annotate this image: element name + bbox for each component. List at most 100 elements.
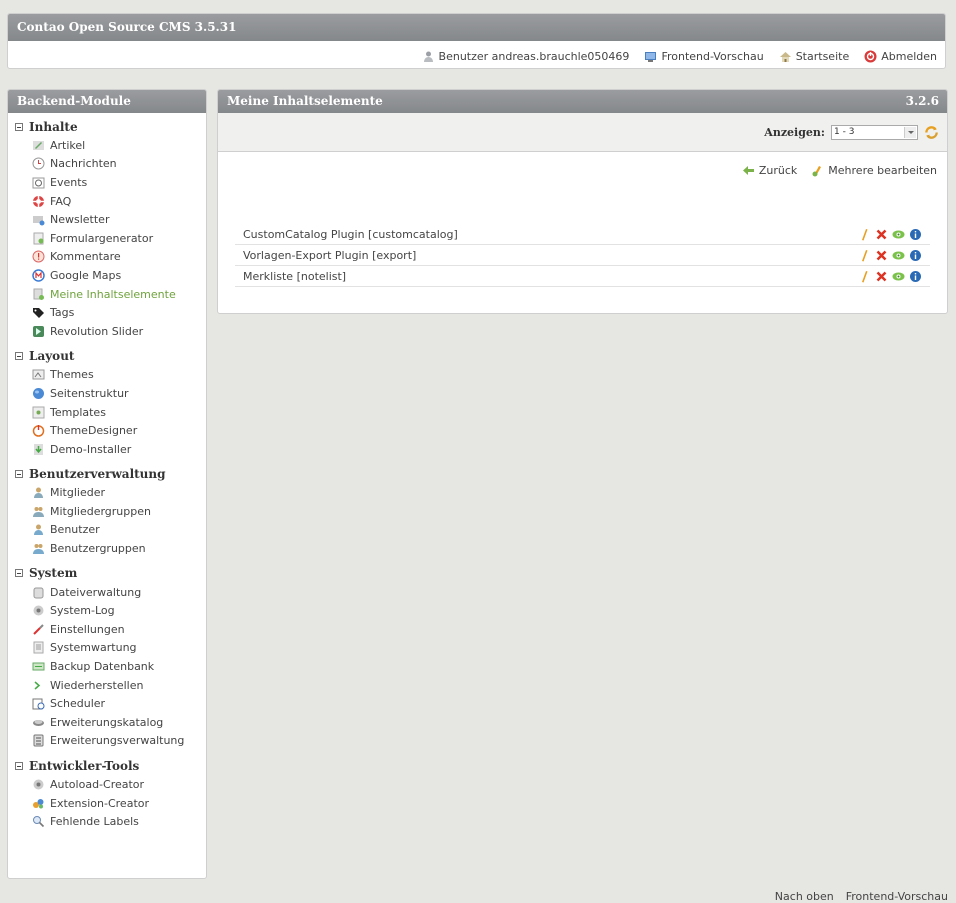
footer-frontend-preview-link[interactable]: Frontend-Vorschau	[846, 890, 948, 903]
sidebar-item-extension-creator[interactable]: Extension-Creator	[8, 794, 206, 813]
sidebar-item-system-log[interactable]: System-Log	[8, 601, 206, 620]
sidebar-item-erweiterungsverwaltung[interactable]: Erweiterungsverwaltung	[8, 732, 206, 751]
edit-icon[interactable]	[858, 228, 871, 241]
delete-icon[interactable]	[875, 270, 888, 283]
member-icon	[34, 487, 43, 499]
info-icon[interactable]	[909, 270, 922, 283]
edit-icon[interactable]	[858, 270, 871, 283]
sidebar-item-formulargenerator[interactable]: Formulargenerator	[8, 229, 206, 248]
edit-multiple-icon	[812, 165, 822, 176]
sidebar-item-fehlende-labels[interactable]: Fehlende Labels	[8, 812, 206, 831]
collapse-icon[interactable]	[15, 569, 23, 578]
sidebar-item-themedesigner[interactable]: ThemeDesigner	[8, 421, 206, 440]
search-icon	[33, 816, 45, 828]
collapse-icon[interactable]	[15, 761, 23, 770]
user-link[interactable]: Benutzer andreas.brauchle050469	[422, 50, 629, 63]
extension-creator-icon	[33, 798, 44, 809]
delete-icon[interactable]	[875, 228, 888, 241]
sidebar-item-meine-inhaltselemente[interactable]: Meine Inhaltselemente	[8, 285, 206, 304]
tag-icon	[33, 308, 44, 319]
frontend-preview-link[interactable]: Frontend-Vorschau	[644, 50, 764, 63]
refresh-icon[interactable]	[924, 125, 939, 140]
show-label: Anzeigen:	[764, 125, 825, 139]
collapse-icon[interactable]	[15, 122, 23, 131]
sidebar-item-mitglieder[interactable]: Mitglieder	[8, 484, 206, 503]
lifebuoy-icon	[33, 195, 44, 207]
templates-icon	[32, 406, 45, 419]
sidebar-item-newsletter[interactable]: Newsletter	[8, 210, 206, 229]
sidebar-item-benutzergruppen[interactable]: Benutzergruppen	[8, 539, 206, 558]
sidebar-item-demo-installer[interactable]: Demo-Installer	[8, 440, 206, 459]
log-icon	[33, 605, 44, 616]
info-icon[interactable]	[909, 249, 922, 262]
group-title-system[interactable]: System	[15, 564, 206, 583]
sidebar-item-tags[interactable]: Tags	[8, 303, 206, 322]
back-to-top-link[interactable]: Nach oben	[775, 890, 834, 903]
files-icon	[33, 587, 44, 599]
slider-icon	[33, 325, 44, 337]
logout-link[interactable]: Abmelden	[864, 50, 937, 63]
comment-icon	[32, 250, 45, 263]
sidebar-item-events[interactable]: Events	[8, 173, 206, 192]
delete-icon[interactable]	[875, 249, 888, 262]
group-title-layout[interactable]: Layout	[15, 347, 206, 366]
sidebar-item-systemwartung[interactable]: Systemwartung	[8, 639, 206, 658]
main-panel: Meine Inhaltselemente 3.2.6 Anzeigen: 1 …	[217, 89, 948, 314]
sidebar-item-kommentare[interactable]: Kommentare	[8, 248, 206, 267]
info-icon[interactable]	[909, 228, 922, 241]
group-layout: Layout Themes Seitenstruktur Templates T…	[8, 347, 206, 459]
row-actions	[858, 228, 922, 241]
sidebar-item-nachrichten[interactable]: Nachrichten	[8, 155, 206, 174]
sidebar-item-backup-datenbank[interactable]: Backup Datenbank	[8, 657, 206, 676]
form-icon	[33, 232, 44, 245]
member-group-icon	[33, 506, 44, 517]
sidebar-item-faq[interactable]: FAQ	[8, 192, 206, 211]
row-actions	[858, 249, 922, 262]
row-label: Vorlagen-Export Plugin [export]	[243, 248, 417, 262]
sidebar-item-artikel[interactable]: Artikel	[8, 136, 206, 155]
edit-multiple-button[interactable]: Mehrere bearbeiten	[811, 164, 937, 177]
collapse-icon[interactable]	[15, 352, 23, 361]
sidebar-item-erweiterungskatalog[interactable]: Erweiterungskatalog	[8, 713, 206, 732]
restore-icon	[34, 681, 41, 690]
sidebar-item-autoload-creator[interactable]: Autoload-Creator	[8, 775, 206, 794]
visibility-icon[interactable]	[892, 249, 905, 262]
sidebar-item-google-maps[interactable]: Google Maps	[8, 266, 206, 285]
group-title-benutzerverwaltung[interactable]: Benutzerverwaltung	[15, 465, 206, 484]
group-title-entwickler-tools[interactable]: Entwickler-Tools	[15, 756, 206, 775]
clock-icon	[32, 157, 45, 170]
group-title-inhalte[interactable]: Inhalte	[15, 117, 206, 136]
visibility-icon[interactable]	[892, 228, 905, 241]
article-icon	[33, 140, 44, 150]
sidebar-item-dateiverwaltung[interactable]: Dateiverwaltung	[8, 583, 206, 602]
user-group-icon	[33, 544, 44, 555]
sidebar-item-wiederherstellen[interactable]: Wiederherstellen	[8, 676, 206, 695]
filter-bar: Anzeigen: 1 - 3	[218, 113, 947, 152]
power-icon	[32, 425, 45, 437]
sidebar-item-scheduler[interactable]: Scheduler	[8, 694, 206, 713]
maps-icon	[32, 269, 45, 282]
visibility-icon[interactable]	[892, 270, 905, 283]
element-list: CustomCatalog Plugin [customcatalog] Vor…	[235, 224, 930, 287]
sidebar-item-revolution-slider[interactable]: Revolution Slider	[8, 322, 206, 341]
collapse-icon[interactable]	[15, 470, 23, 478]
sidebar-item-themes[interactable]: Themes	[8, 366, 206, 385]
sidebar-item-mitgliedergruppen[interactable]: Mitgliedergruppen	[8, 502, 206, 521]
group-entwickler-tools: Entwickler-Tools Autoload-Creator Extens…	[8, 756, 206, 831]
extension-manager-icon	[33, 734, 44, 747]
show-select[interactable]: 1 - 3	[831, 124, 918, 140]
sidebar-item-seitenstruktur[interactable]: Seitenstruktur	[8, 384, 206, 403]
sidebar-item-benutzer[interactable]: Benutzer	[8, 521, 206, 540]
edit-icon[interactable]	[858, 249, 871, 262]
chevron-down-icon	[904, 126, 916, 138]
sidebar-item-einstellungen[interactable]: Einstellungen	[8, 620, 206, 639]
globe-icon	[33, 387, 44, 399]
scheduler-icon	[32, 698, 45, 710]
global-actions: Zurück Mehrere bearbeiten	[218, 152, 947, 178]
catalog-icon	[33, 719, 44, 726]
sidebar-item-templates[interactable]: Templates	[8, 403, 206, 422]
monitor-icon	[645, 51, 657, 62]
back-arrow-icon	[742, 165, 754, 175]
home-link[interactable]: Startseite	[779, 50, 849, 63]
back-button[interactable]: Zurück	[742, 164, 797, 177]
